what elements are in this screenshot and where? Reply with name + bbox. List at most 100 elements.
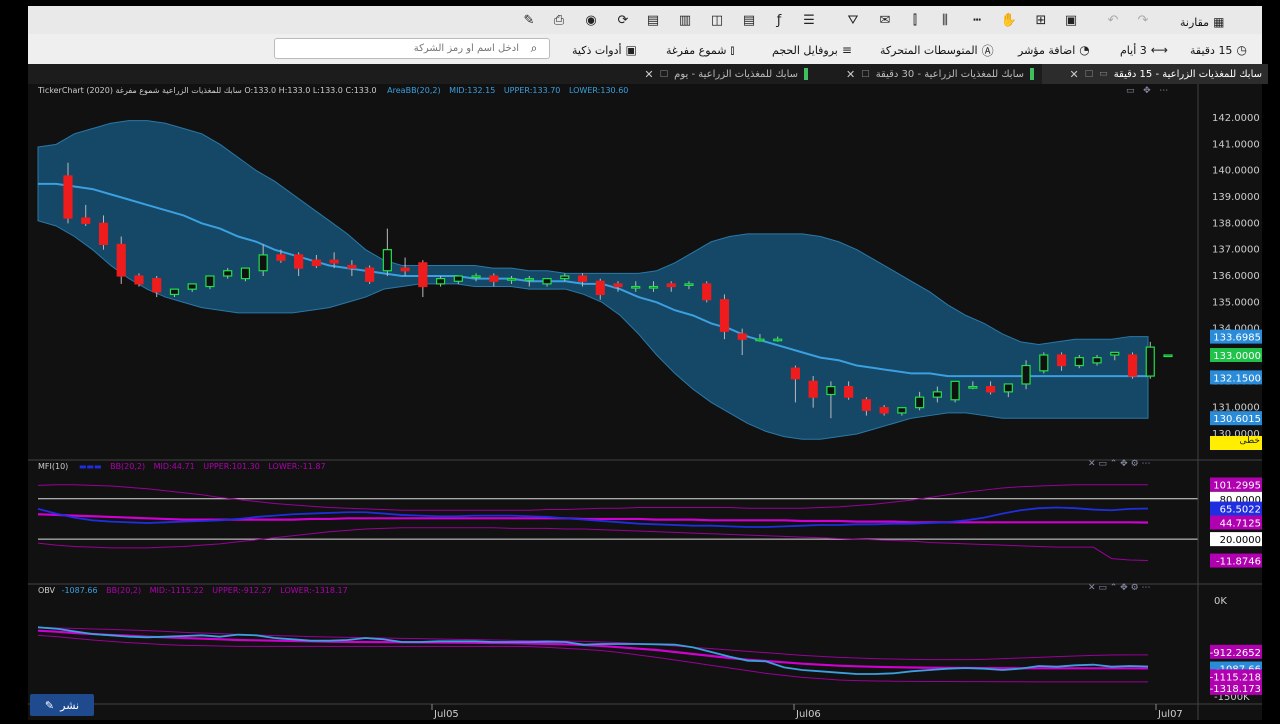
candle — [773, 338, 783, 342]
ruler-icon[interactable]: ┅ — [968, 11, 986, 29]
candle — [631, 285, 641, 289]
bars-icon[interactable]: ⫼ — [936, 11, 954, 29]
alert-icon[interactable]: ⛛ — [844, 11, 862, 29]
grid-icon[interactable]: ⊞ — [1032, 11, 1050, 29]
volume-profile-label: بروفايل الحجم — [772, 43, 838, 57]
share-button[interactable]: نشر ✎ — [30, 694, 94, 716]
price-tick: 142.0000 — [1212, 113, 1260, 124]
tab-label: سابك للمغذيات الزراعية - يوم — [674, 68, 798, 80]
redo-icon[interactable]: ↷ — [1134, 11, 1152, 29]
moving-averages-label: المتوسطات المتحركة — [880, 43, 978, 57]
candle — [63, 175, 73, 219]
candle — [950, 380, 960, 401]
volume-profile-button[interactable]: ≡ بروفايل الحجم — [772, 41, 852, 59]
chart-canvas[interactable]: 142.0000 141.0000 140.0000 139.0000 138.0000… — [28, 84, 1262, 720]
tab-label: سابك للمغذيات الزراعية - 30 دقيقة — [875, 68, 1024, 80]
price-badge-text: 133.6985 — [1213, 333, 1261, 344]
bb-label: AreaBB(20,2) — [387, 86, 441, 95]
candle — [1110, 351, 1120, 356]
tab-daily[interactable]: سابك للمغذيات الزراعية - يوم □ ✕ — [608, 64, 808, 84]
obv-panel-controls[interactable]: ✕ ▭ ⌃ ✥ ⚙ ⋯ — [1088, 583, 1151, 593]
mfi-title: MFI(10) — [38, 462, 69, 471]
main-panel-controls[interactable]: ▭ ✥ ⋯ — [1126, 86, 1168, 96]
mfi-panel-controls[interactable]: ✕ ▭ ⌃ ✥ ⚙ ⋯ — [1088, 459, 1151, 469]
mfi-badge-text: 65.5022 — [1220, 505, 1261, 516]
company-search: ⌕ — [274, 38, 550, 59]
period-selector[interactable]: ⟷ 3 أيام — [1120, 41, 1168, 59]
candle — [116, 243, 126, 277]
mfi-badge-text: -11.8746 — [1216, 557, 1261, 568]
hollow-candles-button[interactable]: ⫾ شموع مفرغة — [666, 41, 734, 59]
candle — [524, 278, 534, 281]
candle — [648, 285, 659, 289]
obv-bb-lower: LOWER:-1318.17 — [280, 586, 348, 595]
smart-tools-button[interactable]: ▣ أدوات ذكية — [572, 41, 637, 59]
undo-icon[interactable]: ↶ — [1104, 11, 1122, 29]
candles-icon[interactable]: ⫿ — [906, 11, 924, 29]
bb-upper-value: UPPER:133.70 — [503, 86, 561, 95]
candle — [755, 338, 765, 342]
moving-averages-button[interactable]: Ⓐ المتوسطات المتحركة — [880, 41, 994, 59]
price-tick: 135.0000 — [1212, 297, 1260, 308]
chart-tabs: سابك للمغذيات الزراعية - 15 دقيقة ▭ □ ✕ … — [28, 64, 1268, 85]
candle — [826, 386, 836, 396]
refresh-icon[interactable]: ⟳ — [614, 11, 632, 29]
candle — [666, 283, 676, 288]
draw-icon[interactable]: ✎ — [520, 11, 538, 29]
compare-button[interactable]: ▦ مقارنة — [1180, 13, 1224, 31]
smart-tools-label: أدوات ذكية — [572, 43, 622, 57]
time-tick-label: Jul05 — [433, 709, 459, 720]
sheet-icon[interactable]: ▤ — [644, 11, 662, 29]
formula-icon[interactable]: ƒ — [770, 11, 788, 29]
candle — [1127, 354, 1138, 377]
candle — [81, 217, 91, 224]
share-label: نشر — [60, 698, 80, 712]
print-icon[interactable]: ⎙ — [550, 11, 568, 29]
list-icon[interactable]: ☰ — [800, 11, 818, 29]
candle — [932, 391, 942, 398]
close-icon[interactable]: ✕ — [1069, 68, 1078, 81]
candle — [329, 259, 339, 264]
columns-icon[interactable]: ◫ — [708, 11, 726, 29]
compare-icon: ▦ — [1213, 15, 1225, 29]
layout-icon[interactable]: ▣ — [1062, 11, 1080, 29]
candle — [737, 333, 747, 340]
restore-icon[interactable]: ▭ — [1099, 69, 1108, 79]
color-icon[interactable]: ▤ — [740, 11, 758, 29]
candle — [471, 275, 481, 279]
maximize-icon[interactable]: □ — [660, 69, 669, 79]
maximize-icon[interactable]: □ — [861, 69, 870, 79]
candle — [258, 254, 268, 272]
volume-profile-icon: ≡ — [841, 43, 852, 57]
candle — [1074, 357, 1084, 367]
candle — [684, 283, 694, 286]
candle — [187, 283, 197, 290]
candle — [276, 254, 286, 261]
interval-label: 15 دقيقة — [1190, 43, 1233, 57]
search-input[interactable] — [275, 40, 523, 57]
candle — [1021, 364, 1031, 385]
maximize-icon[interactable]: □ — [1085, 69, 1094, 79]
mfi-badge-text: 20.0000 — [1220, 535, 1261, 546]
candle — [365, 267, 375, 282]
chart-area[interactable]: 142.0000 141.0000 140.0000 139.0000 138.0000… — [28, 84, 1262, 720]
hand-icon[interactable]: ✋ — [1000, 11, 1018, 29]
line-mode-toggle[interactable]: خطى — [1210, 436, 1262, 450]
candle — [542, 278, 552, 285]
candle — [595, 280, 605, 296]
add-indicator-button[interactable]: ◔ اضافة مؤشر — [1018, 41, 1090, 59]
tab-color-marker — [804, 68, 808, 80]
tab-15min[interactable]: سابك للمغذيات الزراعية - 15 دقيقة ▭ □ ✕ — [1042, 64, 1268, 84]
close-icon[interactable]: ✕ — [846, 68, 855, 81]
interval-selector[interactable]: ◷ 15 دقيقة — [1190, 41, 1247, 59]
mail-icon[interactable]: ✉ — [876, 11, 894, 29]
tab-30min[interactable]: سابك للمغذيات الزراعية - 30 دقيقة □ ✕ — [814, 64, 1034, 84]
main-panel-title: TickerChart سابك للمغذيات الزراعية شموع … — [38, 86, 628, 95]
ma-icon: Ⓐ — [981, 43, 994, 58]
table-icon[interactable]: ▥ — [676, 11, 694, 29]
camera-icon[interactable]: ◉ — [582, 11, 600, 29]
search-icon[interactable]: ⌕ — [523, 41, 545, 56]
close-icon[interactable]: ✕ — [644, 68, 653, 81]
candle — [98, 222, 109, 245]
candle — [915, 396, 925, 409]
